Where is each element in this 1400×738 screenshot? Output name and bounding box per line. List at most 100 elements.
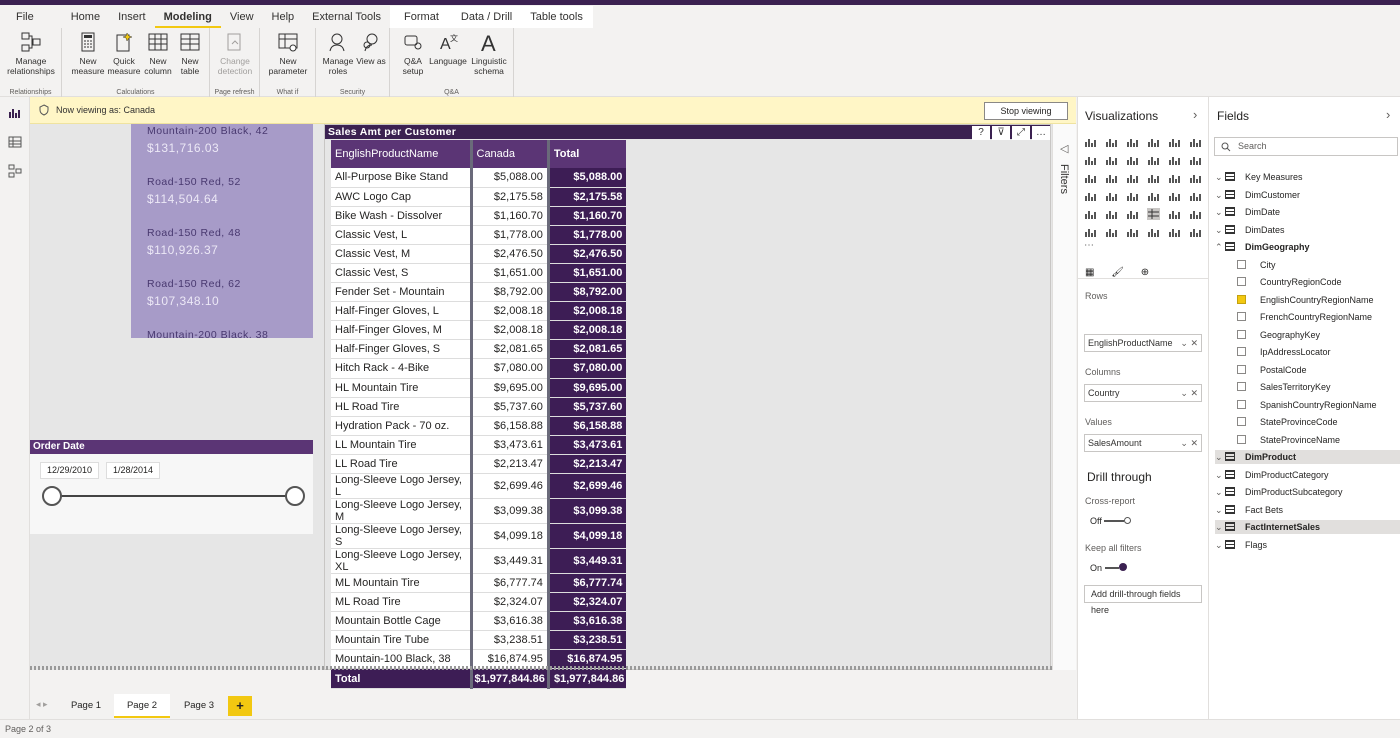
table-row[interactable]: Long-Sleeve Logo Jersey, L $2,699.46 $2,69… <box>331 473 627 499</box>
chevron-right-icon[interactable]: ⌄ <box>1215 538 1225 552</box>
chevron-right-icon[interactable]: › <box>1386 107 1390 122</box>
field-item[interactable]: FrenchCountryRegionName <box>1237 310 1372 324</box>
chevron-right-icon[interactable]: ⌄ <box>1215 485 1225 499</box>
table-row[interactable]: Half-Finger Gloves, S $2,081.65 $2,081.65 <box>331 339 627 360</box>
table-row[interactable]: Classic Vest, S $1,651.00 $1,651.00 <box>331 263 627 284</box>
data-view-icon[interactable] <box>8 135 22 149</box>
checkbox-icon[interactable] <box>1237 312 1246 321</box>
columns-well[interactable]: Country ⌄ ✕ <box>1084 384 1202 402</box>
add-drill-through-well[interactable]: Add drill-through fields here <box>1084 585 1202 615</box>
manage-roles-button[interactable]: Manage roles <box>320 31 356 76</box>
table-item[interactable]: ⌄ DimDate <box>1215 205 1280 219</box>
checkbox-icon[interactable] <box>1237 259 1246 269</box>
area-chart-icon[interactable] <box>1105 154 1118 166</box>
model-view-icon[interactable] <box>8 164 22 178</box>
tab-format[interactable]: Format <box>390 6 453 28</box>
funnel-icon[interactable] <box>1105 172 1118 184</box>
new-table-button[interactable]: New table <box>174 31 206 76</box>
slicer-icon[interactable] <box>1105 208 1118 220</box>
table-row[interactable]: Mountain Bottle Cage $3,616.38 $3,616.38 <box>331 611 627 632</box>
chevron-right-icon[interactable]: ⌄ <box>1215 450 1225 464</box>
table-item[interactable]: ⌄ DimProductSubcategory <box>1215 485 1343 499</box>
tab-table-tools[interactable]: Table tools <box>520 6 593 28</box>
table-row[interactable]: Long-Sleeve Logo Jersey, S $4,099.18 $4,09… <box>331 523 627 549</box>
table-row[interactable]: Classic Vest, M $2,476.50 $2,476.50 <box>331 244 627 264</box>
values-well[interactable]: SalesAmount ⌄ ✕ <box>1084 434 1202 452</box>
stacked-area-icon[interactable] <box>1126 154 1139 166</box>
scatter-icon[interactable] <box>1126 172 1139 184</box>
slicer-end-date[interactable]: 1/28/2014 <box>106 462 161 479</box>
format-paint-icon[interactable]: 🖌 <box>1111 267 1124 278</box>
sales-matrix-visual[interactable]: Sales Amt per Customer ? ⊽ ⤢ … EnglishPr… <box>324 124 1341 690</box>
table-visual-icon[interactable] <box>1126 208 1139 220</box>
checkbox-icon[interactable] <box>1237 347 1246 356</box>
chevron-right-icon[interactable]: ⌄ <box>1215 188 1225 202</box>
remove-icon[interactable]: ⌄ ✕ <box>1180 385 1198 401</box>
checkbox-icon[interactable] <box>1237 329 1246 339</box>
table-row[interactable]: Mountain Tire Tube $3,238.51 $3,238.51 <box>331 630 627 651</box>
chevron-right-icon[interactable]: ⌄ <box>1215 520 1225 534</box>
chevron-right-icon[interactable]: ⌄ <box>1215 468 1225 482</box>
table-row[interactable]: Half-Finger Gloves, L $2,008.18 $2,008.18 <box>331 301 627 322</box>
chevron-down-icon[interactable]: ⌃ <box>1215 240 1225 254</box>
expand-arrow-icon[interactable]: ◁ <box>1060 142 1068 155</box>
multi-row-card-icon[interactable] <box>1189 190 1202 202</box>
100-column-icon[interactable] <box>1189 136 1202 148</box>
field-item[interactable]: GeographyKey <box>1237 328 1320 342</box>
tab-external-tools[interactable]: External Tools <box>303 6 390 28</box>
table-item[interactable]: ⌃ DimGeography <box>1215 240 1310 254</box>
linguistic-schema-button[interactable]: A Linguistic schema <box>468 31 510 76</box>
report-view-icon[interactable] <box>8 106 22 120</box>
table-row[interactable]: HL Road Tire $5,737.60 $5,737.60 <box>331 397 627 417</box>
checkbox-icon[interactable] <box>1237 434 1246 444</box>
header-country[interactable]: Canada <box>469 140 550 168</box>
chevron-right-icon[interactable]: › <box>1193 107 1197 122</box>
field-item[interactable]: StateProvinceName <box>1237 433 1340 447</box>
field-item[interactable]: City <box>1237 258 1276 272</box>
new-column-button[interactable]: New column <box>142 31 174 76</box>
canvas-scrollbar[interactable] <box>30 666 1052 670</box>
qa-setup-button[interactable]: Q&A setup <box>396 31 430 76</box>
table-row[interactable]: Fender Set - Mountain $8,792.00 $8,792.00 <box>331 282 627 303</box>
tab-modeling[interactable]: Modeling <box>154 6 221 28</box>
line-column-2-icon[interactable] <box>1168 154 1181 166</box>
tab-data-drill[interactable]: Data / Drill <box>452 6 521 28</box>
keep-filters-toggle[interactable]: On <box>1090 563 1127 573</box>
table-item[interactable]: ⌄ DimProductCategory <box>1215 468 1329 482</box>
header-product[interactable]: EnglishProductName <box>331 140 471 168</box>
chevron-right-icon[interactable]: ⌄ <box>1215 503 1225 517</box>
page-tab-3[interactable]: Page 3 <box>171 694 227 718</box>
language-button[interactable]: A文 Language <box>428 31 468 66</box>
filter-icon[interactable]: ⊽ <box>992 126 1010 140</box>
checkbox-icon[interactable] <box>1237 364 1246 374</box>
chevron-right-icon[interactable]: ⌄ <box>1215 205 1225 219</box>
slicer-start-date[interactable]: 12/29/2010 <box>40 462 100 479</box>
cross-report-toggle[interactable]: Off <box>1090 516 1132 526</box>
ribbon-chart-icon[interactable] <box>1189 154 1202 166</box>
clustered-column-icon[interactable] <box>1147 136 1160 148</box>
gauge-icon[interactable] <box>1147 190 1160 202</box>
table-row[interactable]: Classic Vest, L $1,778.00 $1,778.00 <box>331 225 627 245</box>
tab-view[interactable]: View <box>221 6 263 28</box>
view-as-button[interactable]: View as <box>356 31 386 66</box>
table-item[interactable]: ⌄ DimDates <box>1215 223 1285 237</box>
treemap-icon[interactable] <box>1189 172 1202 184</box>
rows-well[interactable]: EnglishProductName ⌄ ✕ <box>1084 334 1202 352</box>
fields-well-icon[interactable]: ▦ <box>1085 267 1094 278</box>
field-item[interactable]: SpanishCountryRegionName <box>1237 398 1377 412</box>
table-item[interactable]: ⌄ Fact Bets <box>1215 503 1283 517</box>
slicer-start-handle[interactable] <box>42 486 62 506</box>
page-tab-2[interactable]: Page 2 <box>114 694 170 718</box>
table-row[interactable]: Bike Wash - Dissolver $1,160.70 $1,160.70 <box>331 206 627 226</box>
table-item[interactable]: ⌄ Key Measures <box>1215 170 1303 184</box>
focus-mode-icon[interactable]: ⤢ <box>1012 126 1030 140</box>
stop-viewing-button[interactable]: Stop viewing <box>984 102 1068 120</box>
line-column-icon[interactable] <box>1147 154 1160 166</box>
table-row[interactable]: LL Road Tire $2,213.47 $2,213.47 <box>331 454 627 475</box>
help-icon[interactable]: ? <box>972 126 990 140</box>
table-item[interactable]: ⌄ Flags <box>1215 538 1267 552</box>
key-influencers-icon[interactable] <box>1084 226 1097 238</box>
checkbox-icon[interactable] <box>1237 417 1246 426</box>
filters-pane-collapsed[interactable]: ◁ Filters <box>1052 124 1076 670</box>
table-item[interactable]: ⌄ DimCustomer <box>1215 188 1300 202</box>
